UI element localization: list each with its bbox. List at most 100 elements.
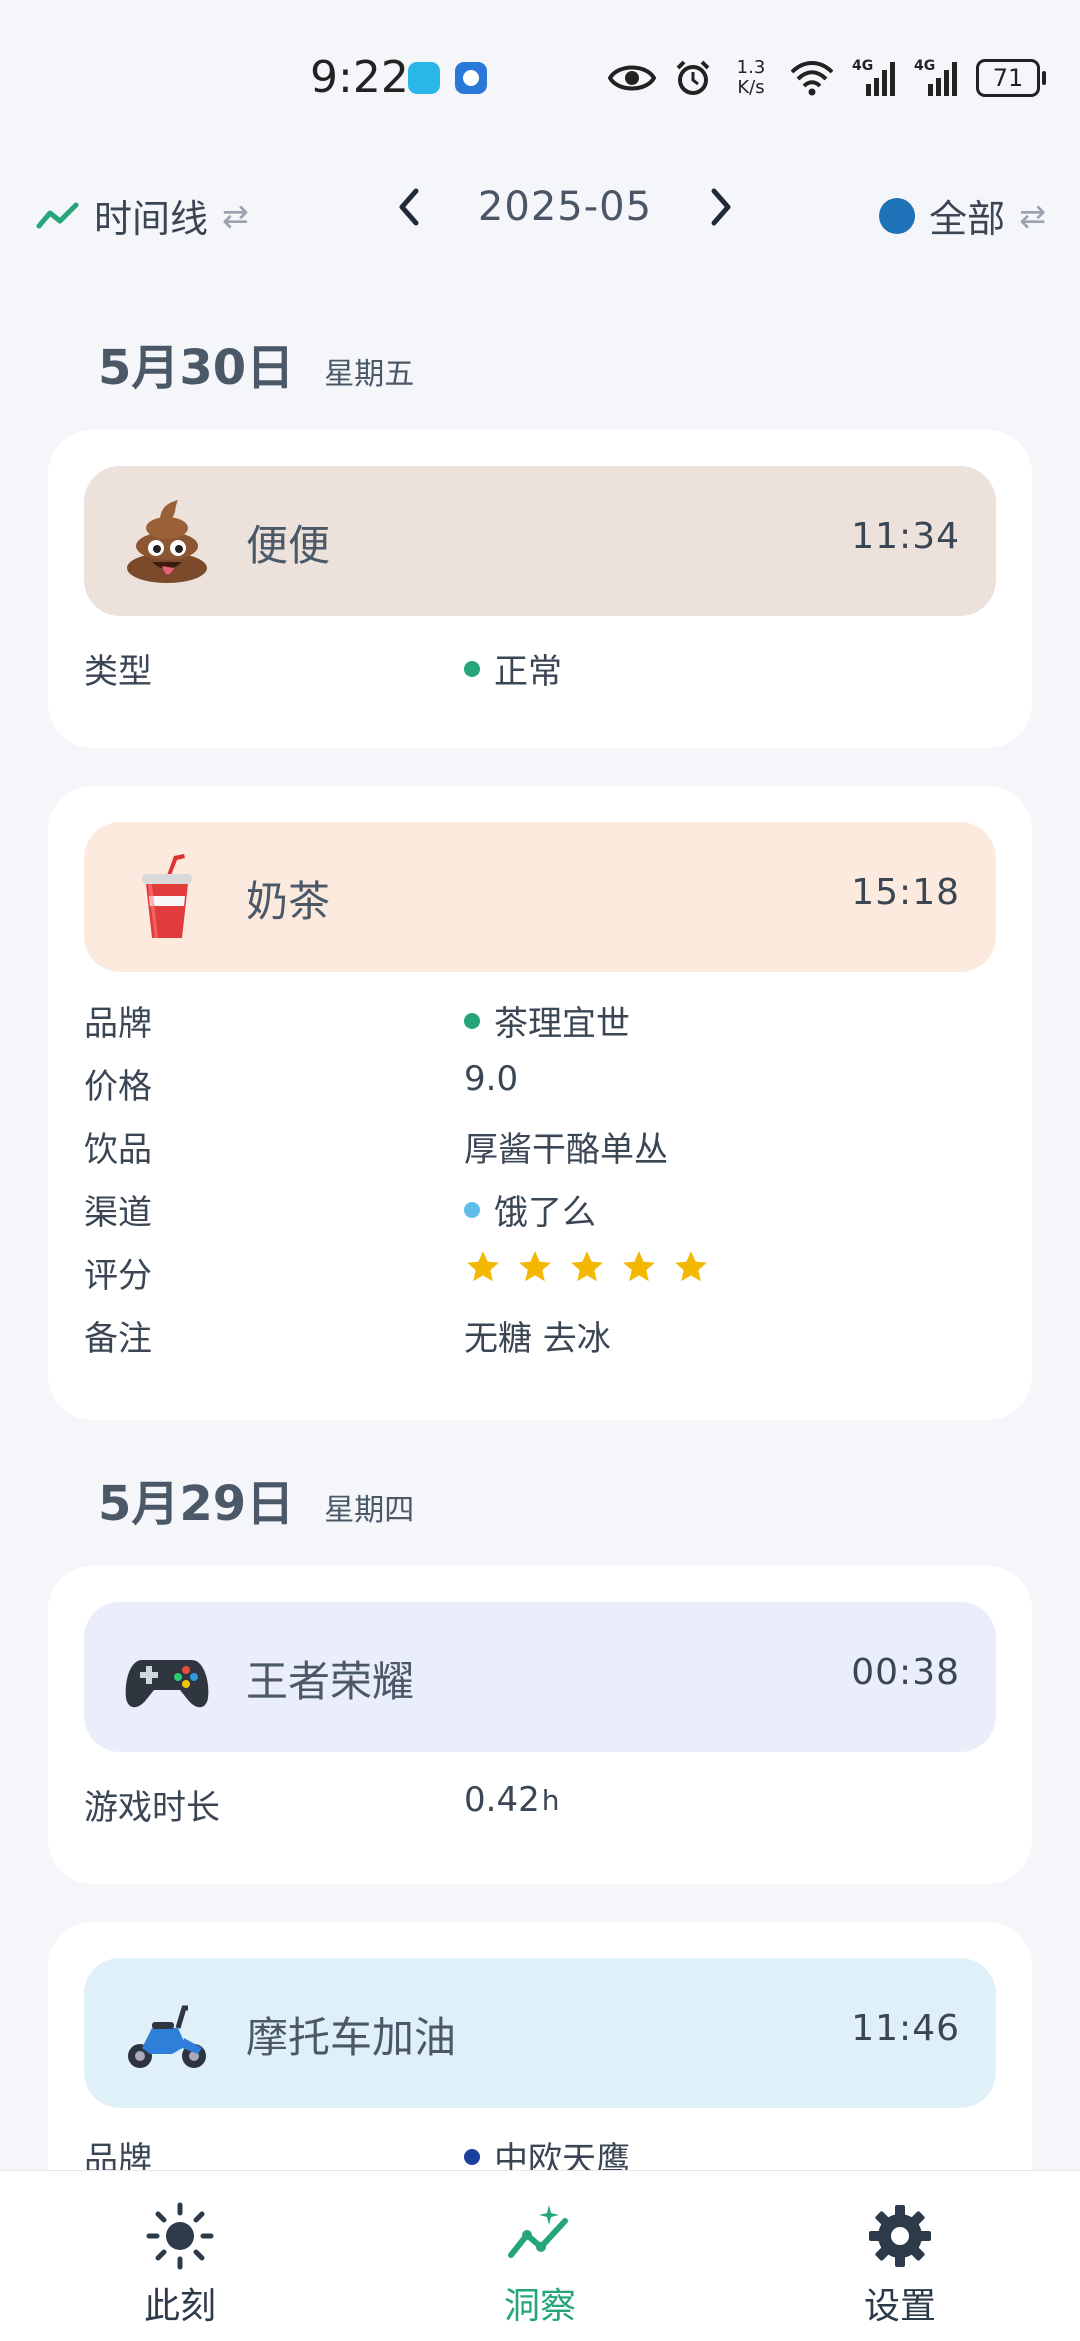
network-speed: 1.3 K/s [730,58,772,98]
game-controller-icon [125,1660,209,1708]
brand-dot [464,2148,480,2165]
field-key: 备注 [84,1319,152,1359]
top-toolbar: 时间线 ⇄ 2025-05 全部 ⇄ [0,170,1080,260]
field-row: 备注 无糖 去冰 [84,1303,996,1366]
app-notification-icon [408,62,440,94]
weekday-label: 星期四 [324,1493,415,1528]
field-key: 饮品 [84,1130,152,1170]
star-icon [467,1251,499,1282]
field-value: 无糖 去冰 [464,1311,611,1360]
record-card[interactable]: 王者荣耀 00:38 游戏时长 0.42 h [48,1566,1032,1884]
record-time: 00:38 [851,1652,960,1693]
record-card-header: 摩托车加油 11:46 [84,1958,996,2108]
bottom-navigation: 此刻 洞察 设置 [0,2170,1080,2341]
field-unit: h [541,1783,560,1817]
field-value-text: 无糖 去冰 [464,1319,611,1359]
sim1-label: 4G [852,58,874,74]
record-time: 11:46 [851,2008,960,2049]
nav-tab-now[interactable]: 此刻 [80,2201,280,2329]
app-notification-icon-2 [455,62,487,94]
field-key: 类型 [84,652,152,692]
sim2-label: 4G [914,58,936,74]
record-time: 15:18 [851,872,960,913]
cellular-signal-icon: 4G [852,58,896,96]
nav-tab-settings[interactable]: 设置 [800,2201,1000,2329]
milk-tea-cup-icon [142,854,192,938]
record-title: 奶茶 [246,877,331,926]
status-time: 9:22 [310,52,409,103]
date-label: 5月30日 [98,340,295,396]
rating-stars [464,1248,710,1286]
motor-scooter-icon [128,2005,206,2068]
network-speed-unit: K/s [737,77,765,98]
record-card-header: 便便 11:34 [84,466,996,616]
brand-dot [464,1012,480,1029]
status-dot [464,660,480,677]
record-fields: 游戏时长 0.42 h [84,1772,996,1835]
field-value-text: 0.42 [464,1780,540,1820]
current-month[interactable]: 2025-05 [478,184,652,230]
star-icon [623,1251,655,1282]
sun-icon [146,2202,214,2270]
view-mode-label: 时间线 [94,197,209,241]
nav-label: 洞察 [503,2286,576,2327]
star-icon [571,1251,603,1282]
field-value: 0.42 h [464,1780,559,1820]
poop-emoji-icon [127,500,207,583]
month-selector: 2025-05 [390,184,740,230]
record-title: 王者荣耀 [246,1657,415,1706]
view-mode-toggle[interactable]: 时间线 ⇄ [36,188,249,243]
date-header: 5月30日 星期五 [98,328,414,398]
star-icon [519,1251,551,1282]
field-row: 饮品 厚酱干酪单丛 [84,1114,996,1177]
nav-label: 设置 [863,2286,936,2327]
record-card-header: 奶茶 15:18 [84,822,996,972]
next-month-button[interactable] [700,185,740,229]
filter-color-dot [879,197,916,234]
record-card-header: 王者荣耀 00:38 [84,1602,996,1752]
field-row: 价格 9.0 [84,1051,996,1114]
battery-indicator: 71 [976,59,1046,97]
field-value-text: 饿了么 [494,1193,596,1233]
stars-container [464,1248,710,1286]
record-card[interactable]: 奶茶 15:18 品牌 茶理宜世 价格 9.0 饮品 厚酱干酪单丛 渠道 饿了么… [48,786,1032,1420]
gear-icon [869,2205,931,2267]
network-speed-value: 1.3 [736,57,766,78]
field-row: 游戏时长 0.42 h [84,1772,996,1835]
filter-label: 全部 [929,197,1006,241]
field-value: 厚酱干酪单丛 [464,1122,668,1171]
field-value-text: 茶理宜世 [494,1004,630,1044]
record-title: 便便 [246,521,331,570]
field-key: 评分 [84,1256,152,1296]
date-label: 5月29日 [98,1476,295,1532]
field-key: 渠道 [84,1193,152,1233]
category-filter-toggle[interactable]: 全部 ⇄ [879,188,1046,243]
nav-tab-insights[interactable]: 洞察 [440,2201,640,2329]
weekday-label: 星期五 [324,357,415,392]
alarm-clock-icon [676,60,710,95]
eye-icon [608,65,656,91]
field-key: 游戏时长 [84,1788,220,1828]
record-card[interactable]: 便便 11:34 类型 正常 [48,430,1032,748]
status-icons: 1.3 K/s 4G 4G 71 [608,58,1046,98]
previous-month-button[interactable] [390,185,430,229]
record-fields: 品牌 茶理宜世 价格 9.0 饮品 厚酱干酪单丛 渠道 饿了么 评分 备注 无糖… [84,988,996,1366]
field-row: 渠道 饿了么 [84,1177,996,1240]
record-title: 摩托车加油 [246,2013,457,2062]
insights-chart-icon [508,2205,568,2258]
field-value-text: 9.0 [464,1059,519,1099]
trend-line-icon [36,202,79,228]
status-bar: 9:22 1.3 K/s 4G 4G 71 [0,0,1080,160]
field-row: 评分 [84,1240,996,1303]
field-value: 9.0 [464,1059,518,1099]
field-value: 茶理宜世 [464,996,630,1045]
record-fields: 类型 正常 [84,636,996,699]
field-value: 正常 [464,644,562,693]
wifi-icon [790,61,834,96]
record-time: 11:34 [851,516,960,557]
channel-dot [464,1201,480,1218]
cellular-signal-icon-2: 4G [914,58,958,96]
field-key: 品牌 [84,1004,152,1044]
star-icon [675,1251,707,1282]
nav-label: 此刻 [143,2286,216,2327]
